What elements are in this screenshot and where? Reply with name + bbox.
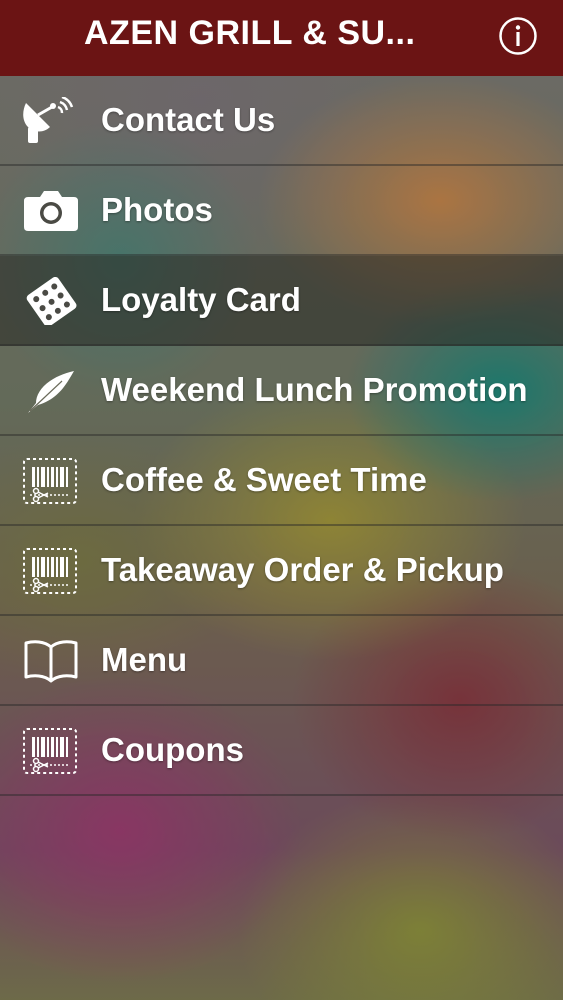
app-header: AZEN GRILL & SU... xyxy=(0,0,563,76)
menu-item-label: Loyalty Card xyxy=(101,281,301,318)
menu-item-label: Menu xyxy=(101,641,188,678)
menu-item-takeaway-order-pickup[interactable]: Takeaway Order & Pickup xyxy=(0,526,563,616)
app-title: AZEN GRILL & SU... xyxy=(84,14,416,52)
camera-icon xyxy=(22,187,80,235)
menu-item-label: Coupons xyxy=(101,731,244,768)
menu-item-label: Coffee & Sweet Time xyxy=(101,461,427,498)
menu-item-loyalty-card[interactable]: Loyalty Card xyxy=(0,256,563,346)
coupon-barcode-icon xyxy=(22,457,80,505)
menu-item-label: Weekend Lunch Promotion xyxy=(101,371,528,408)
info-icon[interactable] xyxy=(498,16,538,56)
coupon-barcode-icon xyxy=(22,547,80,595)
menu-item-coffee-sweet-time[interactable]: Coffee & Sweet Time xyxy=(0,436,563,526)
menu-item-weekend-lunch-promotion[interactable]: Weekend Lunch Promotion xyxy=(0,346,563,436)
menu-item-coupons[interactable]: Coupons xyxy=(0,706,563,796)
open-book-icon xyxy=(22,637,80,685)
satellite-dish-icon xyxy=(22,97,80,145)
side-menu: Contact Us Photos Loyalty Card Weekend L… xyxy=(0,76,563,796)
menu-item-contact-us[interactable]: Contact Us xyxy=(0,76,563,166)
menu-item-menu[interactable]: Menu xyxy=(0,616,563,706)
feather-icon xyxy=(22,367,80,415)
menu-item-label: Contact Us xyxy=(101,101,276,138)
menu-item-label: Photos xyxy=(101,191,213,228)
menu-item-photos[interactable]: Photos xyxy=(0,166,563,256)
menu-item-label: Takeaway Order & Pickup xyxy=(101,551,504,588)
coupon-barcode-icon xyxy=(22,727,80,775)
punch-card-icon xyxy=(22,277,80,325)
